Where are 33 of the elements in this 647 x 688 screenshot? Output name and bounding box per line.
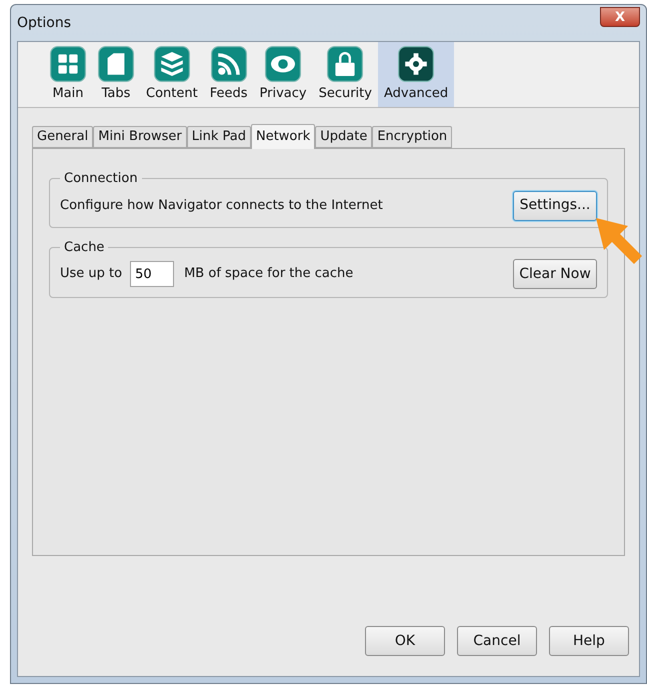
pane-icon	[50, 46, 86, 82]
pane-tab[interactable]: Privacy	[254, 42, 313, 107]
tab[interactable]: Network	[250, 124, 316, 149]
dialog-button[interactable]: Help	[549, 626, 629, 656]
group-title: Cache	[63, 238, 106, 256]
cursor-arrow-icon	[594, 216, 644, 266]
tab[interactable]: Update	[315, 126, 372, 148]
tab[interactable]: Link Pad	[186, 126, 251, 148]
tab[interactable]: Encryption	[372, 126, 452, 148]
dialog-button[interactable]: Cancel	[457, 626, 537, 656]
pane-tab[interactable]: Advanced	[378, 42, 454, 107]
pane-icon	[210, 46, 247, 82]
connection-description: Configure how Navigator connects to the Internet	[60, 196, 383, 215]
pane-tab[interactable]: Tabs	[92, 42, 140, 107]
tab[interactable]: General	[32, 126, 94, 148]
pane-icon	[154, 46, 190, 82]
pane-tab[interactable]: Feeds	[204, 42, 254, 107]
dialog-button[interactable]: OK	[365, 626, 445, 656]
window-title: Options	[17, 14, 72, 32]
pane-icon	[398, 46, 434, 82]
pane-icon	[327, 46, 364, 82]
cache-label: MB of space for the cache	[184, 265, 354, 284]
pane-tab[interactable]: Main	[44, 42, 92, 107]
settings-button[interactable]: Settings...	[513, 190, 597, 220]
pane-tab[interactable]: Security	[312, 42, 378, 107]
clear-now-button[interactable]: Clear Now	[513, 259, 597, 289]
cache-label: Use up to	[60, 265, 122, 284]
pane-tab[interactable]: Content	[140, 42, 204, 107]
pane-icon	[265, 46, 302, 82]
tab[interactable]: Mini Browser	[93, 126, 187, 148]
cache-size-field[interactable]: 50	[130, 261, 174, 287]
pane-icon	[98, 46, 134, 82]
group-title: Connection	[63, 170, 139, 188]
